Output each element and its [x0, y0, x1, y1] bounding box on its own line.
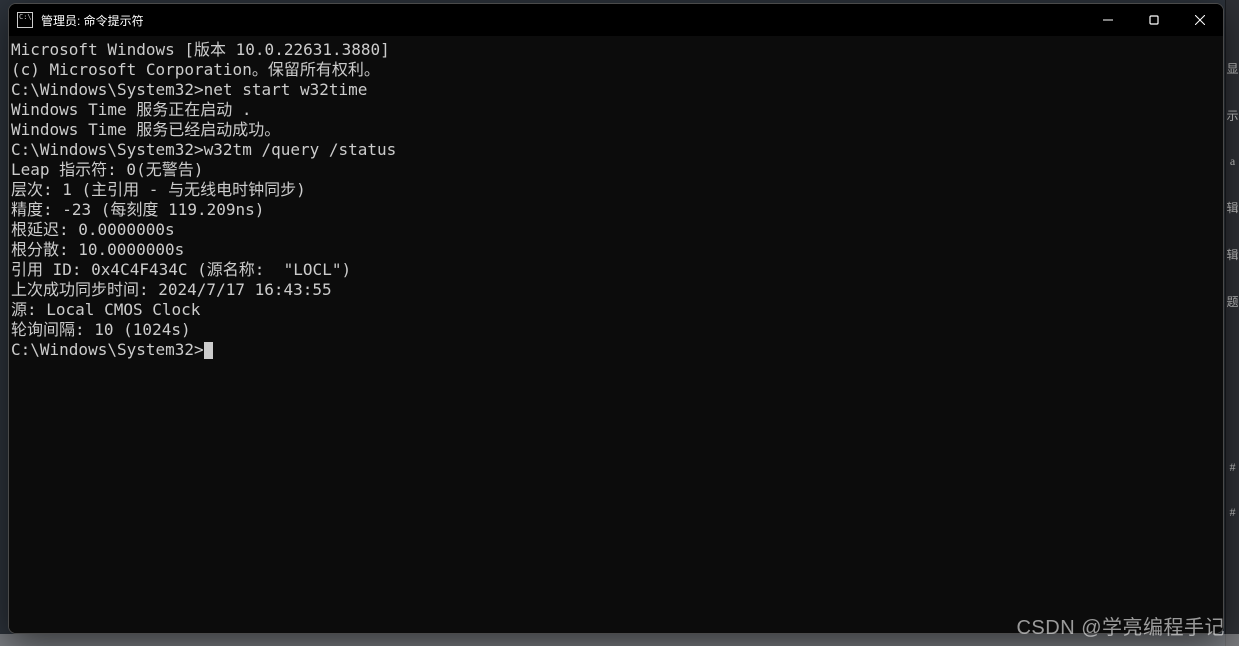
- sidebar-char: 辑: [1226, 246, 1238, 263]
- sidebar-char: 示: [1226, 107, 1238, 124]
- terminal-line: C:\Windows\System32>w32tm /query /status: [9, 140, 1223, 160]
- sidebar-char: 显: [1226, 60, 1238, 77]
- terminal-line: 源: Local CMOS Clock: [9, 300, 1223, 320]
- sidebar-char: 辑: [1226, 199, 1238, 216]
- cursor: [204, 342, 213, 359]
- terminal-line: 精度: -23 (每刻度 119.209ns): [9, 200, 1223, 220]
- terminal-line: Windows Time 服务已经启动成功。: [9, 120, 1223, 140]
- scrollbar[interactable]: [1208, 37, 1222, 632]
- window-controls: [1085, 4, 1223, 36]
- terminal-line: 根延迟: 0.0000000s: [9, 220, 1223, 240]
- terminal-output[interactable]: Microsoft Windows [版本 10.0.22631.3880](c…: [9, 36, 1223, 633]
- taskbar-fragment: [0, 634, 1239, 646]
- terminal-line: (c) Microsoft Corporation。保留所有权利。: [9, 60, 1223, 80]
- window-titlebar[interactable]: C:\ 管理员: 命令提示符: [9, 4, 1223, 36]
- terminal-line: 上次成功同步时间: 2024/7/17 16:43:55: [9, 280, 1223, 300]
- maximize-button[interactable]: [1131, 4, 1177, 36]
- right-sidebar-remnant: 显 示 a 辑 辑 题 # #: [1225, 0, 1239, 646]
- terminal-line: 层次: 1 (主引用 - 与无线电时钟同步): [9, 180, 1223, 200]
- sidebar-char: #: [1230, 460, 1236, 475]
- terminal-line: 根分散: 10.0000000s: [9, 240, 1223, 260]
- cmd-icon: C:\: [17, 12, 33, 28]
- terminal-line: Windows Time 服务正在启动 .: [9, 100, 1223, 120]
- close-button[interactable]: [1177, 4, 1223, 36]
- sidebar-char: a: [1230, 154, 1235, 169]
- desktop-background: 显 示 a 辑 辑 题 # # C:\ 管理员: 命令提示符: [0, 0, 1239, 646]
- terminal-line: 轮询间隔: 10 (1024s): [9, 320, 1223, 340]
- window-title: 管理员: 命令提示符: [41, 12, 144, 29]
- terminal-line: Microsoft Windows [版本 10.0.22631.3880]: [9, 40, 1223, 60]
- terminal-window: C:\ 管理员: 命令提示符 Microsoft Windows [版本 10.…: [8, 3, 1224, 634]
- sidebar-char: #: [1230, 505, 1236, 520]
- terminal-line: C:\Windows\System32>: [9, 340, 1223, 360]
- minimize-button[interactable]: [1085, 4, 1131, 36]
- terminal-line: C:\Windows\System32>net start w32time: [9, 80, 1223, 100]
- terminal-line: Leap 指示符: 0(无警告): [9, 160, 1223, 180]
- terminal-line: 引用 ID: 0x4C4F434C (源名称: "LOCL"): [9, 260, 1223, 280]
- sidebar-char: 题: [1226, 293, 1238, 310]
